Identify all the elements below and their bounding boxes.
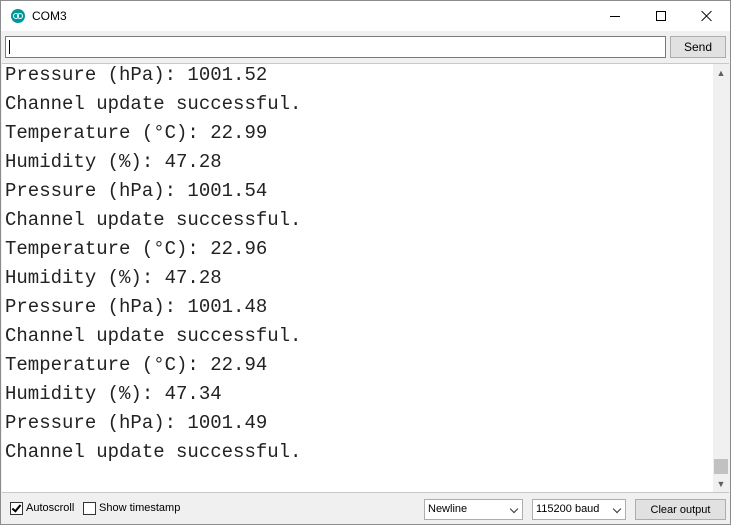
show-timestamp-label[interactable]: Show timestamp	[99, 502, 180, 514]
chevron-down-icon	[612, 504, 622, 514]
output-line: Humidity (%): 47.34	[5, 383, 222, 405]
maximize-icon	[656, 11, 666, 21]
checkmark-icon	[11, 502, 22, 513]
output-line: Temperature (°C): 22.99	[5, 122, 268, 144]
close-icon	[701, 10, 713, 22]
vertical-scrollbar[interactable]: ▲ ▼	[713, 64, 729, 492]
output-line: Humidity (%): 47.28	[5, 151, 222, 173]
serial-monitor-window: COM3 Send Pressure (hPa): 1001.52 Channel…	[0, 0, 731, 525]
autoscroll-checkbox[interactable]	[10, 502, 23, 515]
output-line: Channel update successful.	[5, 209, 302, 231]
minimize-button[interactable]	[592, 1, 638, 31]
minimize-icon	[610, 15, 620, 17]
scroll-thumb[interactable]	[714, 459, 728, 474]
serial-input[interactable]	[5, 36, 666, 58]
text-caret	[9, 40, 10, 54]
line-ending-value: Newline	[428, 503, 468, 515]
output-line: Pressure (hPa): 1001.52	[5, 64, 268, 86]
output-line: Temperature (°C): 22.96	[5, 238, 268, 260]
output-line: Channel update successful.	[5, 93, 302, 115]
baud-rate-value: 115200 baud	[536, 503, 600, 515]
footer-bar: Autoscroll Show timestamp Newline 115200…	[1, 494, 730, 524]
window-title: COM3	[32, 9, 67, 23]
send-button[interactable]: Send	[670, 36, 726, 58]
arduino-icon	[11, 9, 25, 23]
serial-output[interactable]: Pressure (hPa): 1001.52 Channel update su…	[2, 63, 729, 493]
scroll-down-arrow-icon[interactable]: ▼	[713, 475, 729, 492]
title-bar[interactable]: COM3	[1, 1, 730, 31]
maximize-button[interactable]	[638, 1, 684, 31]
line-ending-select[interactable]: Newline	[424, 499, 523, 520]
show-timestamp-checkbox[interactable]	[83, 502, 96, 515]
scroll-up-arrow-icon[interactable]: ▲	[713, 64, 729, 81]
output-line: Humidity (%): 47.28	[5, 267, 222, 289]
output-line: Channel update successful.	[5, 325, 302, 347]
output-line: Pressure (hPa): 1001.54	[5, 180, 268, 202]
autoscroll-label[interactable]: Autoscroll	[26, 502, 74, 514]
chevron-down-icon	[509, 504, 519, 514]
output-line: Pressure (hPa): 1001.49	[5, 412, 268, 434]
output-line: Channel update successful.	[5, 441, 302, 463]
output-lines: Pressure (hPa): 1001.52 Channel update su…	[5, 64, 710, 469]
close-button[interactable]	[684, 1, 730, 31]
clear-output-button[interactable]: Clear output	[635, 499, 726, 520]
output-line: Temperature (°C): 22.94	[5, 354, 268, 376]
baud-rate-select[interactable]: 115200 baud	[532, 499, 626, 520]
send-row: Send	[1, 31, 730, 63]
output-line: Pressure (hPa): 1001.48	[5, 296, 268, 318]
